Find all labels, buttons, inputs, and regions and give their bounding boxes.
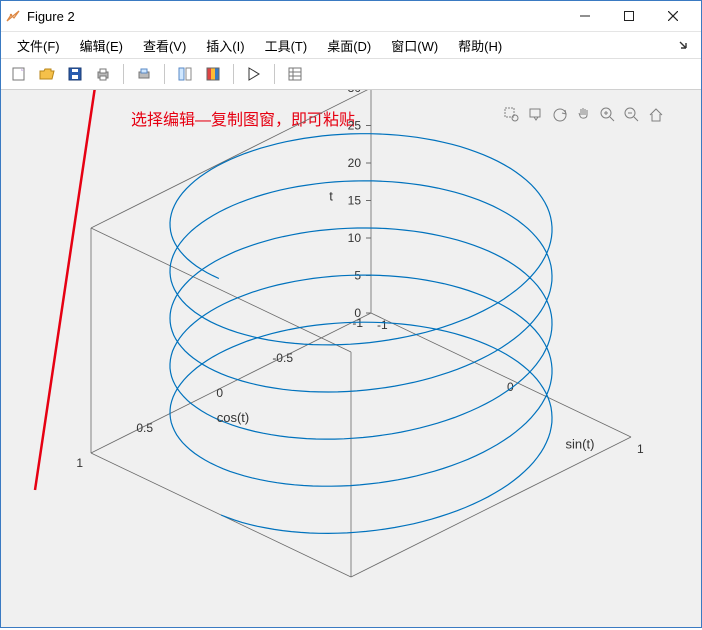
menubar: 文件(F) 编辑(E) 查看(V) 插入(I) 工具(T) 桌面(D) 窗口(W… <box>1 32 701 59</box>
print-preview-button[interactable] <box>132 62 156 86</box>
toolbar <box>1 59 701 90</box>
toolbar-separator <box>164 64 165 84</box>
svg-text:-1: -1 <box>377 318 388 332</box>
toolbar-separator <box>233 64 234 84</box>
edit-plot-button[interactable] <box>242 62 266 86</box>
svg-text:0: 0 <box>216 386 223 400</box>
menu-tools[interactable]: 工具(T) <box>255 34 318 57</box>
window-title: Figure 2 <box>27 9 563 24</box>
svg-text:1: 1 <box>637 442 644 456</box>
menu-file[interactable]: 文件(F) <box>7 34 70 57</box>
svg-text:cos(t): cos(t) <box>217 410 250 425</box>
axes-container: 选择编辑—复制图窗，即可粘贴 051015202530 -101 -1-0.50… <box>1 90 701 627</box>
new-figure-button[interactable] <box>7 62 31 86</box>
menu-desktop[interactable]: 桌面(D) <box>317 34 381 57</box>
minimize-button[interactable] <box>563 1 607 31</box>
svg-text:-0.5: -0.5 <box>272 351 293 365</box>
svg-text:25: 25 <box>348 119 362 133</box>
figure-window: Figure 2 文件(F) 编辑(E) 查看(V) 插入(I) 工具(T) 桌… <box>0 0 702 628</box>
matlab-figure-icon <box>5 8 21 24</box>
toolbar-separator <box>123 64 124 84</box>
colorbar-button[interactable] <box>201 62 225 86</box>
open-button[interactable] <box>35 62 59 86</box>
menu-insert[interactable]: 插入(I) <box>196 34 254 57</box>
svg-text:30: 30 <box>348 90 362 95</box>
svg-text:10: 10 <box>348 231 362 245</box>
svg-text:20: 20 <box>348 156 362 170</box>
svg-text:-1: -1 <box>352 316 363 330</box>
dock-arrow-icon[interactable] <box>677 36 695 54</box>
svg-text:t: t <box>329 189 333 204</box>
svg-text:15: 15 <box>348 194 362 208</box>
toolbar-separator <box>274 64 275 84</box>
link-plot-button[interactable] <box>173 62 197 86</box>
menu-help[interactable]: 帮助(H) <box>448 34 512 57</box>
svg-text:0.5: 0.5 <box>136 421 153 435</box>
print-button[interactable] <box>91 62 115 86</box>
close-button[interactable] <box>651 1 695 31</box>
menu-window[interactable]: 窗口(W) <box>381 34 448 57</box>
property-inspector-button[interactable] <box>283 62 307 86</box>
maximize-button[interactable] <box>607 1 651 31</box>
save-button[interactable] <box>63 62 87 86</box>
svg-text:1: 1 <box>76 456 83 470</box>
menu-view[interactable]: 查看(V) <box>133 34 196 57</box>
axes-3d[interactable]: 051015202530 -101 -1-0.500.51 t sin(t) c… <box>1 90 701 630</box>
menu-edit[interactable]: 编辑(E) <box>70 34 133 57</box>
svg-text:sin(t): sin(t) <box>566 437 595 452</box>
titlebar: Figure 2 <box>1 1 701 32</box>
